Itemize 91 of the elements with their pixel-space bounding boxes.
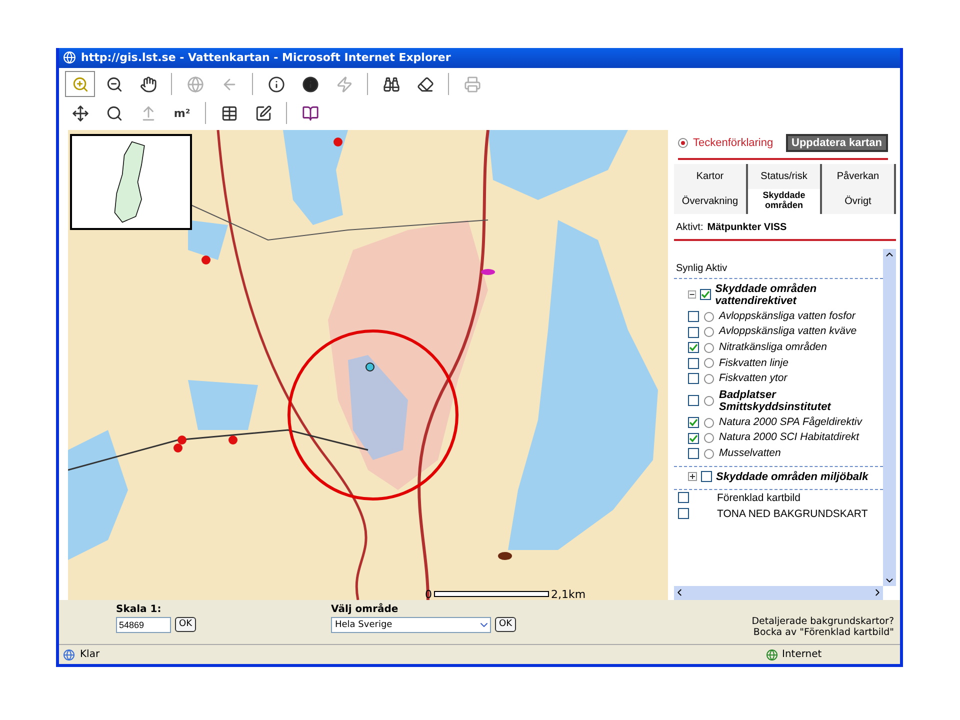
checkbox[interactable] [688, 432, 699, 444]
map-marker[interactable] [178, 435, 186, 444]
layer-label: Avloppskänsliga vatten kväve [719, 326, 857, 338]
globe-icon [186, 76, 204, 93]
checkbox[interactable] [688, 326, 699, 338]
hand-icon [140, 76, 156, 93]
active-layer: Mätpunkter VISS [707, 222, 787, 233]
checkbox[interactable] [688, 448, 699, 460]
option-label: TONA NED BAKGRUNDSKART [717, 508, 868, 520]
layer-label: Fiskvatten linje [719, 358, 788, 370]
checkbox[interactable] [688, 358, 699, 369]
scale-start: 0 [425, 588, 432, 600]
checkbox[interactable] [678, 508, 689, 520]
globe-icon [766, 648, 778, 661]
radio-button[interactable] [704, 418, 714, 428]
magnifier-icon [106, 104, 122, 122]
vertical-scrollbar[interactable] [883, 248, 896, 586]
tab[interactable]: Status/risk [748, 164, 822, 189]
scale-label: Skala 1: [116, 604, 162, 615]
radio-button[interactable] [704, 358, 714, 368]
option-label: Förenklad kartbild [717, 492, 800, 504]
checkbox[interactable] [678, 492, 689, 504]
hint-text: Detaljerade bakgrundskartor? [752, 616, 894, 628]
ok-button[interactable]: OK [175, 616, 196, 632]
map-marker[interactable] [228, 435, 238, 444]
overview-map-drawing[interactable] [70, 134, 192, 230]
book-icon [302, 104, 318, 122]
map-marker[interactable] [334, 137, 342, 146]
tab[interactable]: Påverkan [822, 164, 896, 189]
table-icon [220, 104, 238, 122]
active-label: Aktivt: [676, 222, 704, 233]
edit-icon [254, 104, 272, 122]
radio-button[interactable] [704, 448, 714, 459]
ok-button[interactable]: OK [495, 616, 516, 632]
group-title: Skyddade områden vattendirektivet [715, 282, 818, 307]
legend-label: Teckenförklaring [693, 136, 774, 149]
scale-input[interactable]: 54869 [116, 616, 171, 633]
zoom-out-icon [106, 76, 122, 93]
area-label: Välj område [331, 604, 400, 615]
lake [188, 220, 228, 260]
radio-button[interactable] [704, 396, 714, 406]
map-marker[interactable] [498, 552, 512, 560]
axes-icon [72, 104, 88, 122]
layer-label: Avloppskänsliga vatten fosfor [719, 310, 856, 322]
checkbox[interactable] [700, 289, 712, 300]
radio-button[interactable] [704, 342, 714, 353]
checkbox[interactable] [688, 342, 699, 354]
tab[interactable]: Kartor [674, 164, 748, 189]
window-title: http://gis.lst.se - Vattenkartan - Microsoft Internet Explorer [81, 51, 451, 64]
legend-radio[interactable] [678, 138, 688, 148]
update-map-button[interactable]: Uppdatera kartan [786, 134, 888, 152]
radio-button[interactable] [704, 327, 714, 338]
lightning-icon [336, 76, 352, 93]
map-marker[interactable] [481, 268, 495, 275]
layer-label: Natura 2000 SCI Habitatdirekt [719, 432, 860, 444]
checkbox[interactable] [688, 395, 699, 406]
tab[interactable]: Övrigt [822, 188, 896, 214]
checkbox[interactable] [688, 311, 699, 322]
zone-text: Internet [782, 649, 822, 660]
radio-button[interactable] [704, 374, 714, 384]
horizontal-scrollbar[interactable] [674, 586, 883, 600]
checkbox[interactable] [688, 373, 699, 384]
collapse-icon[interactable] [688, 290, 696, 300]
eraser-icon [416, 76, 434, 93]
group-title: Skyddade områden miljöbalk [716, 470, 868, 483]
layer-label: Musselvatten [719, 448, 781, 460]
checkbox[interactable] [701, 471, 712, 482]
zoom-in-icon [72, 76, 88, 93]
toolbar-button[interactable]: m² [167, 100, 197, 126]
lake [188, 380, 258, 430]
radio-button[interactable] [704, 433, 714, 444]
column-header: Synlig Aktiv [675, 262, 728, 276]
layer-label: Fiskvatten ytor [719, 373, 788, 385]
printer-icon [464, 76, 480, 93]
layer-label: Badplatser Smittskyddsinstitutet [719, 388, 832, 413]
hint-text: Bocka av "Förenklad kartbild" [753, 627, 894, 639]
tab[interactable]: Övervakning [674, 188, 748, 214]
info-icon [268, 76, 284, 93]
binoculars-icon [382, 76, 400, 93]
scale-end: 2,1km [551, 588, 586, 600]
map-marker[interactable] [174, 443, 182, 452]
map-drawing[interactable] [68, 130, 668, 600]
map-marker[interactable] [202, 255, 210, 264]
info-icon [302, 76, 318, 93]
radio-button[interactable] [704, 312, 714, 322]
area-select[interactable]: Hela Sverige [331, 616, 491, 633]
status-text: Klar [80, 649, 100, 660]
expand-icon[interactable] [688, 472, 697, 482]
layer-label: Nitratkänsliga områden [719, 342, 827, 354]
layer-label: Natura 2000 SPA Fågeldirektiv [719, 416, 862, 428]
checkbox[interactable] [688, 417, 699, 428]
